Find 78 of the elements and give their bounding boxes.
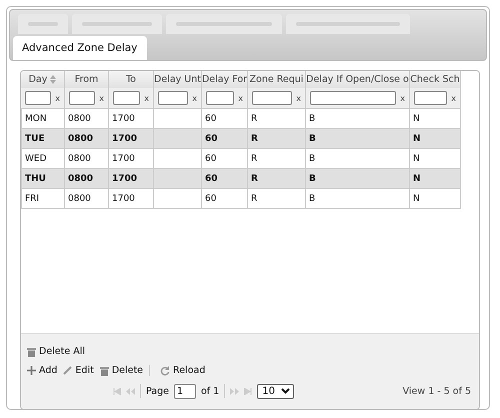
table-cell: B — [309, 194, 316, 204]
add-button[interactable]: Add — [27, 365, 58, 376]
page-label: Page — [146, 386, 169, 396]
clear-filter-button[interactable]: x — [55, 94, 60, 102]
filter-field[interactable] — [25, 91, 52, 105]
table-cell: N — [413, 194, 420, 204]
reload-icon — [160, 366, 170, 376]
table-row[interactable]: THU 0800 1700 60 R B N — [21, 169, 461, 189]
table-cell: 1700 — [112, 134, 138, 144]
table-cell: 0800 — [68, 174, 94, 184]
table-row[interactable]: WED 0800 1700 60 R B N — [21, 149, 461, 169]
table-cell: N — [413, 134, 421, 144]
table-cell: R — [251, 194, 258, 204]
edit-button[interactable]: Edit — [63, 365, 94, 376]
table-cell: 0800 — [68, 114, 91, 124]
clear-filter-button[interactable]: x — [144, 94, 149, 102]
first-page-icon[interactable] — [113, 388, 121, 394]
tab[interactable]: Advanced Zone Delay — [13, 36, 148, 60]
filter-field[interactable] — [113, 91, 140, 105]
clear-filter-button[interactable]: x — [400, 94, 405, 102]
clear-filter-button[interactable]: x — [99, 94, 104, 102]
caret-icon — [280, 388, 290, 394]
table-cell: MON — [25, 114, 47, 124]
table-cell: 60 — [205, 134, 218, 144]
table-cell: B — [309, 114, 316, 124]
filter-field[interactable] — [206, 91, 234, 105]
table-cell: R — [251, 174, 258, 184]
table-cell: 1700 — [112, 194, 135, 204]
delete-button[interactable]: Delete — [100, 365, 144, 376]
filter-field[interactable] — [252, 91, 292, 105]
trash-icon — [100, 366, 109, 376]
table-cell: TUE — [25, 134, 45, 144]
table-cell: 1700 — [112, 114, 135, 124]
filter-field[interactable] — [69, 91, 96, 105]
filter-field[interactable] — [158, 91, 188, 105]
table-cell: N — [413, 154, 420, 164]
table-cell: WED — [25, 154, 47, 164]
table-cell: 60 — [205, 194, 216, 204]
table-cell: R — [251, 154, 258, 164]
last-page-icon[interactable] — [244, 388, 252, 394]
clear-filter-button[interactable]: x — [451, 94, 456, 102]
page-field[interactable]: 1 — [174, 384, 196, 398]
clear-filter-button[interactable]: x — [238, 94, 243, 102]
table-cell: 60 — [205, 174, 218, 184]
table-cell: 60 — [205, 154, 216, 164]
table-cell: N — [413, 114, 420, 124]
sort-icon[interactable] — [50, 75, 56, 84]
table-cell: R — [251, 114, 258, 124]
table-cell: R — [251, 134, 258, 144]
clear-filter-button[interactable]: x — [192, 94, 197, 102]
reload-button[interactable]: Reload — [149, 365, 206, 376]
delete-all-button[interactable]: Delete All — [27, 346, 86, 357]
table-cell: 0800 — [68, 134, 94, 144]
record-summary: View 1 - 5 of 5 — [402, 386, 472, 396]
table-cell: 1700 — [112, 154, 135, 164]
page-size-dropdown[interactable]: 10 — [257, 384, 294, 398]
table-cell: B — [309, 134, 316, 144]
table-row[interactable]: MON 0800 1700 60 R B N — [21, 109, 461, 129]
table-row[interactable]: FRI 0800 1700 60 R B N — [21, 189, 461, 209]
table-cell: 1700 — [112, 174, 138, 184]
plus-icon — [27, 366, 36, 375]
clear-filter-button[interactable]: x — [296, 94, 301, 102]
table-cell: FRI — [25, 194, 40, 204]
table-cell: THU — [25, 174, 46, 184]
table-cell: 60 — [205, 114, 216, 124]
filter-field[interactable] — [414, 91, 448, 105]
table-cell: B — [309, 174, 316, 184]
next-page-icon[interactable] — [230, 388, 240, 394]
trash-icon — [27, 346, 36, 356]
pencil-icon — [63, 366, 72, 375]
table-cell: B — [309, 154, 316, 164]
page-count: of 1 — [201, 386, 220, 396]
table-row[interactable]: TUE 0800 1700 60 R B N — [21, 129, 461, 149]
table-cell: 0800 — [68, 154, 91, 164]
table-cell: 0800 — [68, 194, 91, 204]
table-cell: N — [413, 174, 421, 184]
previous-page-icon[interactable] — [126, 388, 135, 394]
filter-field[interactable] — [310, 91, 396, 105]
